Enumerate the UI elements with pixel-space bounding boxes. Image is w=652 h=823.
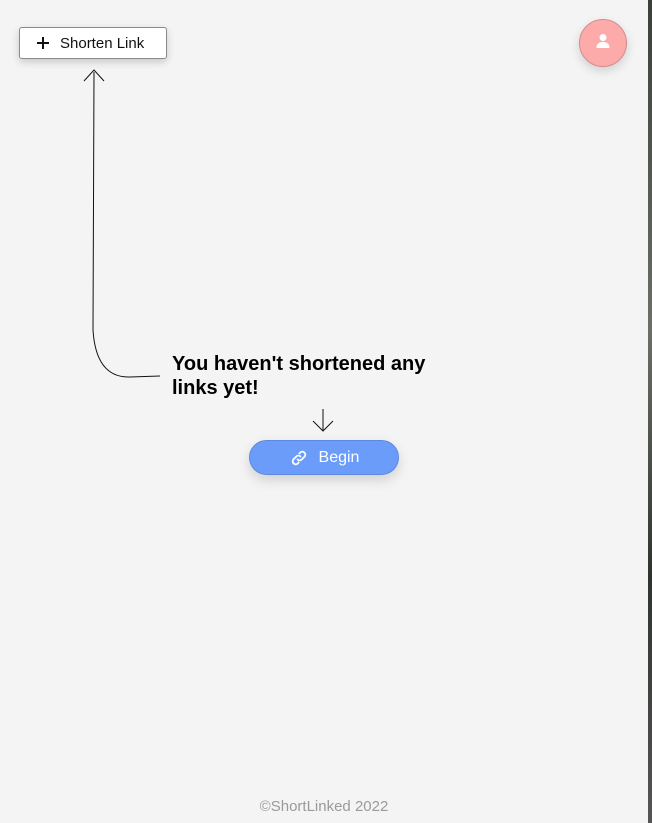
footer-copyright: ©ShortLinked 2022 <box>259 798 389 815</box>
app-page: Shorten Link You haven't shortened any l… <box>0 0 648 823</box>
guide-arrows <box>83 69 334 432</box>
link-icon <box>289 448 309 468</box>
begin-button-label: Begin <box>318 448 360 466</box>
shorten-link-label: Shorten Link <box>60 34 145 52</box>
begin-button[interactable]: Begin <box>249 440 399 475</box>
empty-state-message: You haven't shortened any links yet! <box>172 353 426 399</box>
avatar-button[interactable] <box>579 19 627 67</box>
plus-icon <box>36 36 50 50</box>
user-icon <box>595 33 611 54</box>
guide-arrowhead-up <box>83 69 105 82</box>
window-edge <box>648 0 652 823</box>
guide-arrowhead-down <box>312 420 334 432</box>
shorten-link-button[interactable]: Shorten Link <box>19 27 167 59</box>
guide-arrow-to-shorten <box>92 71 161 378</box>
